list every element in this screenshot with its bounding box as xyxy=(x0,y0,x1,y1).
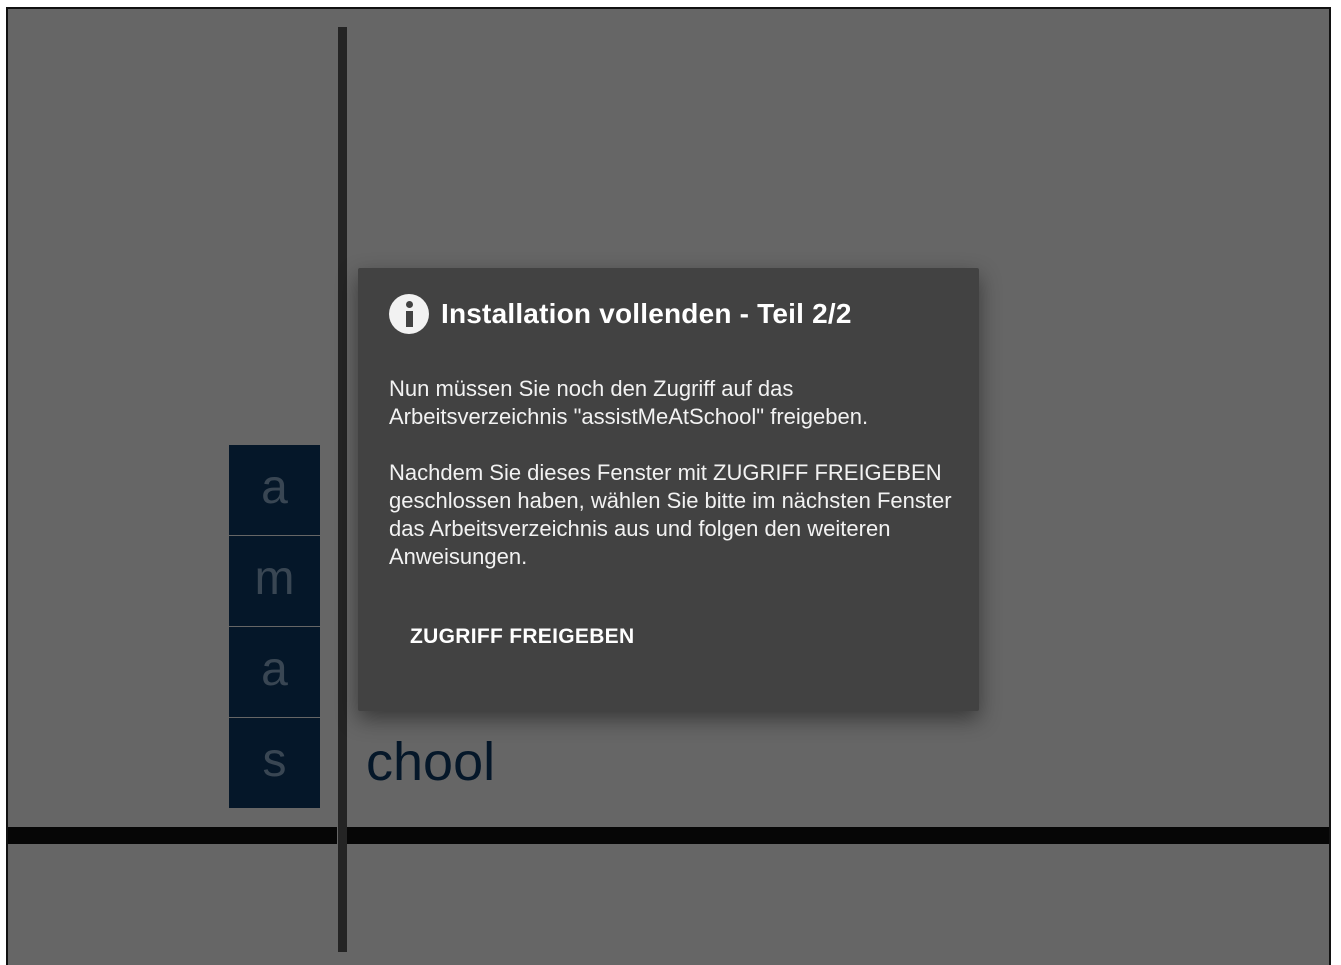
installation-dialog: Installation vollenden - Teil 2/2 Nun mü… xyxy=(358,268,979,711)
info-icon xyxy=(389,294,429,334)
device-screen: a m a s chool Installation vollenden - T… xyxy=(6,7,1331,965)
dialog-title: Installation vollenden - Teil 2/2 xyxy=(441,298,852,329)
dialog-title-row: Installation vollenden - Teil 2/2 xyxy=(389,294,852,334)
grant-access-button[interactable]: ZUGRIFF FREIGEBEN xyxy=(410,625,634,649)
dialog-message: Nun müssen Sie noch den Zugriff auf das … xyxy=(389,375,959,599)
dialog-paragraph-1: Nun müssen Sie noch den Zugriff auf das … xyxy=(389,376,869,429)
dialog-paragraph-2: Nachdem Sie dieses Fenster mit ZUGRIFF F… xyxy=(389,460,952,569)
